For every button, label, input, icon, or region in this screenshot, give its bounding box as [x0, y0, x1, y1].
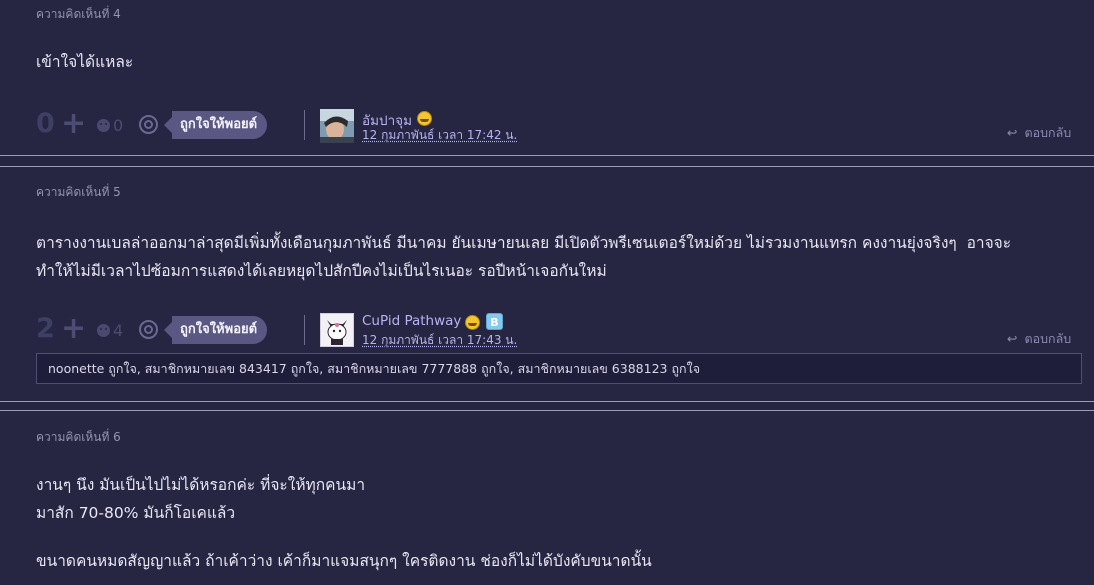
comment-text-line: ทำให้ไม่มีเวลาไปซ้อมการแสดงได้เลยหยุดไปส…	[36, 262, 607, 280]
emotion-count: 4	[113, 321, 124, 340]
likers-list: noonette ถูกใจ, สมาชิกหมายเลข 843417 ถูก…	[36, 353, 1082, 384]
b-badge-icon: B	[486, 313, 503, 330]
comment-number: ความคิดเห็นที่ 4	[36, 7, 121, 21]
reply-label: ตอบกลับ	[1024, 331, 1072, 346]
comment-text: เข้าใจได้แหละ	[36, 53, 134, 71]
comment-separator	[0, 401, 1094, 402]
comment-text-line: มาสัก 70-80% มันก็โอเคแล้ว	[36, 504, 236, 522]
vote-score: 0	[36, 108, 55, 139]
reply-button[interactable]: ↩ ตอบกลับ	[1007, 123, 1071, 143]
reply-arrow-icon: ↩	[1007, 125, 1018, 140]
reply-label: ตอบกลับ	[1024, 125, 1072, 140]
like-give-point-button[interactable]: ถูกใจให้พอยต์	[163, 111, 268, 139]
comment-text-line: ขนาดคนหมดสัญญาแล้ว ถ้าเค้าว่าง เค้าก็มาแ…	[36, 552, 652, 570]
point-icon[interactable]	[139, 115, 158, 134]
like-give-point-button[interactable]: ถูกใจให้พอยต์	[163, 316, 268, 344]
comment-separator	[0, 410, 1094, 411]
comment-number: ความคิดเห็นที่ 5	[36, 185, 121, 199]
comment-text-line: ตารางงานเบลล่าออกมาล่าสุดมีเพิ่มทั้งเดือ…	[36, 234, 1012, 252]
vote-score: 2	[36, 313, 55, 344]
emotion-icon[interactable]	[97, 119, 110, 132]
plus-vote-icon[interactable]: +	[61, 314, 86, 344]
reply-arrow-icon: ↩	[1007, 331, 1018, 346]
avatar[interactable]	[320, 109, 354, 143]
plus-vote-icon[interactable]: +	[61, 109, 86, 139]
emotion-icon[interactable]	[97, 324, 110, 337]
username-link[interactable]: CuPid Pathway	[362, 313, 461, 329]
point-icon[interactable]	[139, 320, 158, 339]
emotion-count: 0	[113, 116, 124, 135]
comment-separator	[0, 155, 1094, 156]
member-smiley-icon	[417, 111, 432, 126]
reply-button[interactable]: ↩ ตอบกลับ	[1007, 329, 1071, 349]
comment-text-line: งานๆ นึง มันเป็นไปไม่ได้หรอกค่ะ ที่จะให้…	[36, 476, 366, 494]
comment-date-link[interactable]: 12 กุมภาพันธ์ เวลา 17:42 น.	[362, 126, 517, 145]
comment-date-link[interactable]: 12 กุมภาพันธ์ เวลา 17:43 น.	[362, 331, 517, 350]
comment-separator	[0, 166, 1094, 167]
divider	[304, 110, 305, 140]
avatar[interactable]	[320, 313, 354, 347]
comment-number: ความคิดเห็นที่ 6	[36, 430, 121, 444]
member-smiley-icon	[465, 315, 480, 330]
divider	[304, 315, 305, 345]
